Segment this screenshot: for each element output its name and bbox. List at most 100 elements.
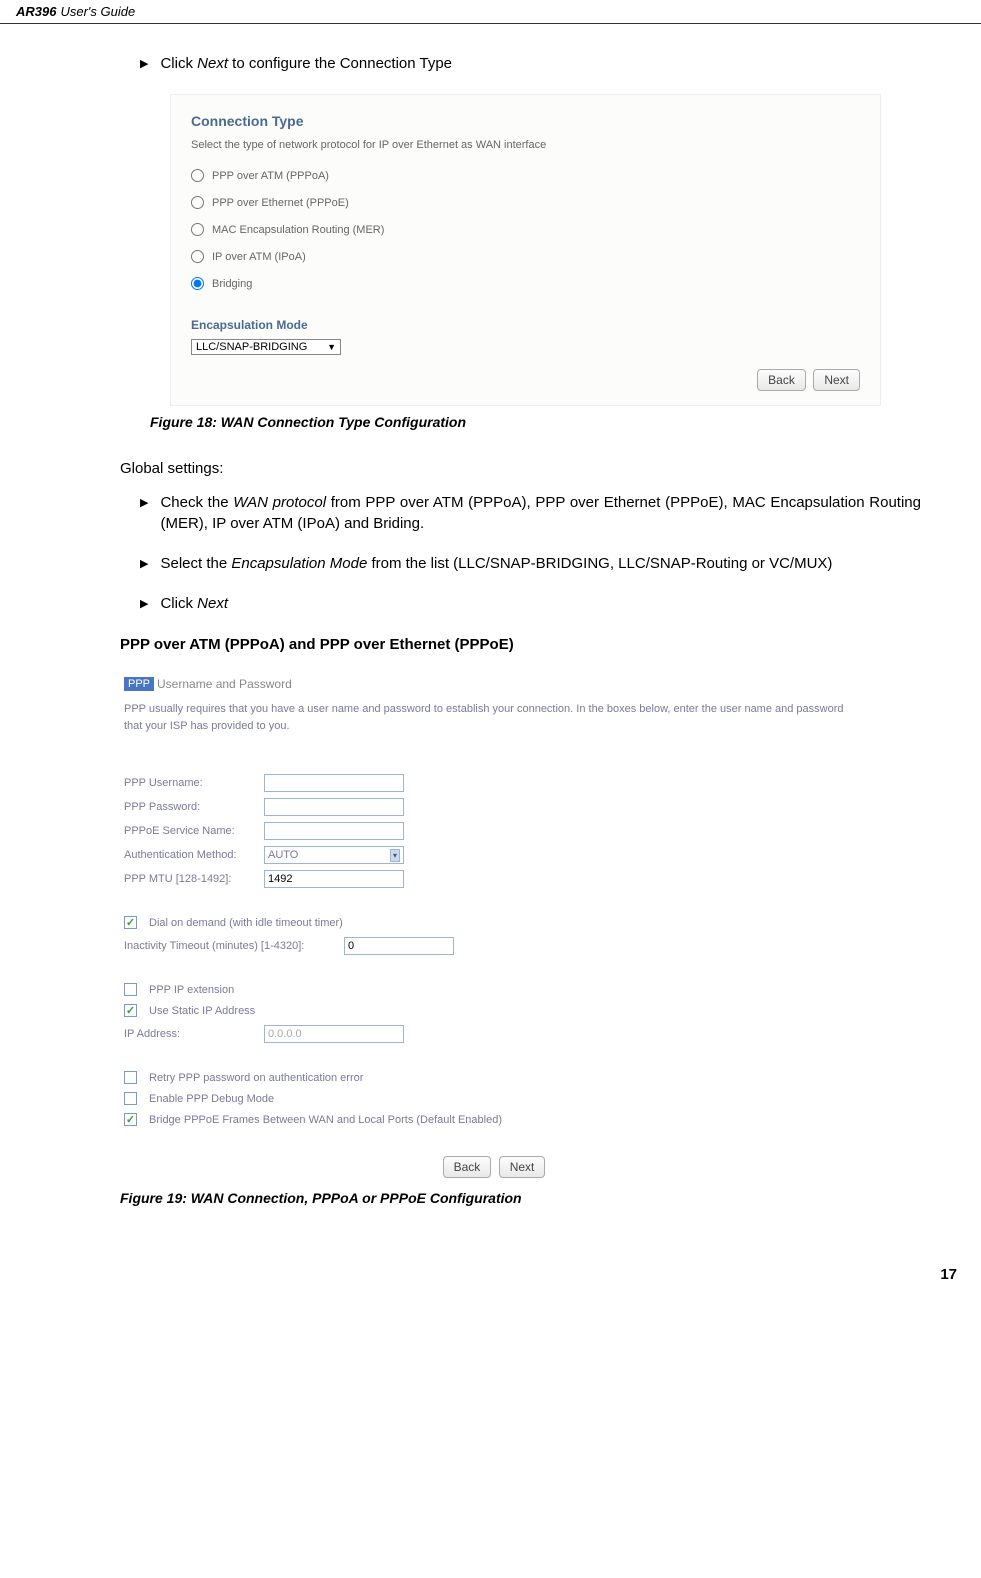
ppp-username-label: PPP Username: <box>124 777 264 789</box>
ppp-password-input[interactable] <box>264 798 404 816</box>
bullet2-a: Select the <box>160 555 231 572</box>
ppp-ip-extension-checkbox[interactable] <box>124 983 137 996</box>
ip-address-row: IP Address: <box>124 1025 861 1043</box>
figure-19-caption: Figure 19: WAN Connection, PPPoA or PPPo… <box>120 1190 921 1206</box>
bullet-arrow-icon: ▶ <box>140 493 148 534</box>
page-number: 17 <box>0 1256 981 1307</box>
bullet-click-next-configure: ▶ Click Next to configure the Connection… <box>140 54 921 74</box>
bullet-arrow-icon: ▶ <box>140 594 148 614</box>
ppp-mtu-row: PPP MTU [128-1492]: <box>124 870 861 888</box>
radio-input-pppoa[interactable] <box>191 169 204 182</box>
radio-bridging[interactable]: Bridging <box>191 277 860 290</box>
next-button[interactable]: Next <box>499 1156 546 1178</box>
dial-on-demand-checkbox[interactable]: ✓ <box>124 916 137 929</box>
radio-mer[interactable]: MAC Encapsulation Routing (MER) <box>191 223 860 236</box>
chevron-down-icon: ▼ <box>327 342 336 352</box>
header-guide: User's Guide <box>60 4 135 19</box>
ppp-service-input[interactable] <box>264 822 404 840</box>
bridge-pppoe-label: Bridge PPPoE Frames Between WAN and Loca… <box>149 1114 502 1126</box>
page-content: ▶ Click Next to configure the Connection… <box>0 24 981 1256</box>
dial-on-demand-row: ✓ Dial on demand (with idle timeout time… <box>124 916 861 929</box>
radio-input-bridging[interactable] <box>191 277 204 290</box>
bullet-arrow-icon: ▶ <box>140 554 148 574</box>
page-header: AR396 User's Guide <box>0 0 981 24</box>
inactivity-timeout-row: Inactivity Timeout (minutes) [1-4320]: <box>124 937 861 955</box>
next-button[interactable]: Next <box>813 369 860 391</box>
bullet3-a: Click <box>160 595 197 612</box>
radio-ipoa[interactable]: IP over ATM (IPoA) <box>191 250 860 263</box>
bridge-pppoe-checkbox[interactable]: ✓ <box>124 1113 137 1126</box>
dial-on-demand-label: Dial on demand (with idle timeout timer) <box>149 917 343 929</box>
radio-label-pppoa: PPP over ATM (PPPoA) <box>212 170 329 182</box>
back-button[interactable]: Back <box>443 1156 492 1178</box>
bullet1-b: WAN protocol <box>233 494 326 511</box>
bullet2-b: Encapsulation Mode <box>231 555 367 572</box>
ppp-service-label: PPPoE Service Name: <box>124 825 264 837</box>
radio-input-mer[interactable] <box>191 223 204 236</box>
radio-label-pppoe: PPP over Ethernet (PPPoE) <box>212 197 349 209</box>
ppp-username-row: PPP Username: <box>124 774 861 792</box>
figure-18-buttons: Back Next <box>191 369 860 391</box>
auth-method-select[interactable]: AUTO ▾ <box>264 846 404 864</box>
radio-pppoe[interactable]: PPP over Ethernet (PPPoE) <box>191 196 860 209</box>
bridge-pppoe-row: ✓ Bridge PPPoE Frames Between WAN and Lo… <box>124 1113 861 1126</box>
ppp-title-row: PPP Username and Password <box>124 677 861 691</box>
header-model: AR396 <box>16 4 56 19</box>
bullet-check-wan-protocol: ▶ Check the WAN protocol from PPP over A… <box>140 493 921 534</box>
radio-label-mer: MAC Encapsulation Routing (MER) <box>212 224 384 236</box>
bullet3-b: Next <box>197 595 228 612</box>
inactivity-timeout-label: Inactivity Timeout (minutes) [1-4320]: <box>124 940 344 952</box>
back-button[interactable]: Back <box>757 369 806 391</box>
auth-method-row: Authentication Method: AUTO ▾ <box>124 846 861 864</box>
bullet-prefix: Click <box>160 55 197 72</box>
bullet1-a: Check the <box>160 494 233 511</box>
ppp-mtu-input[interactable] <box>264 870 404 888</box>
ppp-section-heading: PPP over ATM (PPPoA) and PPP over Ethern… <box>120 636 921 653</box>
encapsulation-mode-title: Encapsulation Mode <box>191 318 860 332</box>
bullet-text: Click Next <box>160 594 921 614</box>
bullet-click-next: ▶ Click Next <box>140 594 921 614</box>
ppp-password-label: PPP Password: <box>124 801 264 813</box>
ip-address-label: IP Address: <box>124 1028 264 1040</box>
ppp-username-input[interactable] <box>264 774 404 792</box>
ppp-ip-extension-row: PPP IP extension <box>124 983 861 996</box>
auth-method-label: Authentication Method: <box>124 849 264 861</box>
bullet-arrow-icon: ▶ <box>140 54 148 74</box>
encapsulation-mode-value: LLC/SNAP-BRIDGING <box>196 341 307 353</box>
global-settings-heading: Global settings: <box>120 460 921 477</box>
ppp-badge: PPP <box>124 677 154 691</box>
radio-input-pppoe[interactable] <box>191 196 204 209</box>
radio-label-bridging: Bridging <box>212 278 252 290</box>
bullet-text: Check the WAN protocol from PPP over ATM… <box>160 493 921 534</box>
static-ip-label: Use Static IP Address <box>149 1005 255 1017</box>
ppp-description: PPP usually requires that you have a use… <box>124 701 861 734</box>
connection-type-desc: Select the type of network protocol for … <box>191 139 860 151</box>
bullet-text: Click Next to configure the Connection T… <box>160 54 921 74</box>
bullet-text: Select the Encapsulation Mode from the l… <box>160 554 921 574</box>
inactivity-timeout-input[interactable] <box>344 937 454 955</box>
ppp-mtu-label: PPP MTU [128-1492]: <box>124 873 264 885</box>
ip-address-input[interactable] <box>264 1025 404 1043</box>
debug-mode-row: Enable PPP Debug Mode <box>124 1092 861 1105</box>
retry-ppp-checkbox[interactable] <box>124 1071 137 1084</box>
connection-type-title: Connection Type <box>191 113 860 129</box>
radio-label-ipoa: IP over ATM (IPoA) <box>212 251 306 263</box>
figure-18-screenshot: Connection Type Select the type of netwo… <box>170 94 881 406</box>
ppp-title-rest: Username and Password <box>157 677 292 691</box>
debug-mode-label: Enable PPP Debug Mode <box>149 1093 274 1105</box>
figure-19-screenshot: PPP Username and Password PPP usually re… <box>120 673 881 1182</box>
static-ip-row: ✓ Use Static IP Address <box>124 1004 861 1017</box>
radio-input-ipoa[interactable] <box>191 250 204 263</box>
debug-mode-checkbox[interactable] <box>124 1092 137 1105</box>
encapsulation-mode-select[interactable]: LLC/SNAP-BRIDGING ▼ <box>191 339 341 355</box>
ppp-service-row: PPPoE Service Name: <box>124 822 861 840</box>
static-ip-checkbox[interactable]: ✓ <box>124 1004 137 1017</box>
radio-pppoa[interactable]: PPP over ATM (PPPoA) <box>191 169 860 182</box>
bullet-italic: Next <box>197 55 228 72</box>
bullet-select-encap-mode: ▶ Select the Encapsulation Mode from the… <box>140 554 921 574</box>
auth-method-value: AUTO <box>268 849 298 861</box>
ppp-ip-extension-label: PPP IP extension <box>149 984 234 996</box>
figure-18-caption: Figure 18: WAN Connection Type Configura… <box>150 414 921 430</box>
ppp-password-row: PPP Password: <box>124 798 861 816</box>
retry-ppp-row: Retry PPP password on authentication err… <box>124 1071 861 1084</box>
